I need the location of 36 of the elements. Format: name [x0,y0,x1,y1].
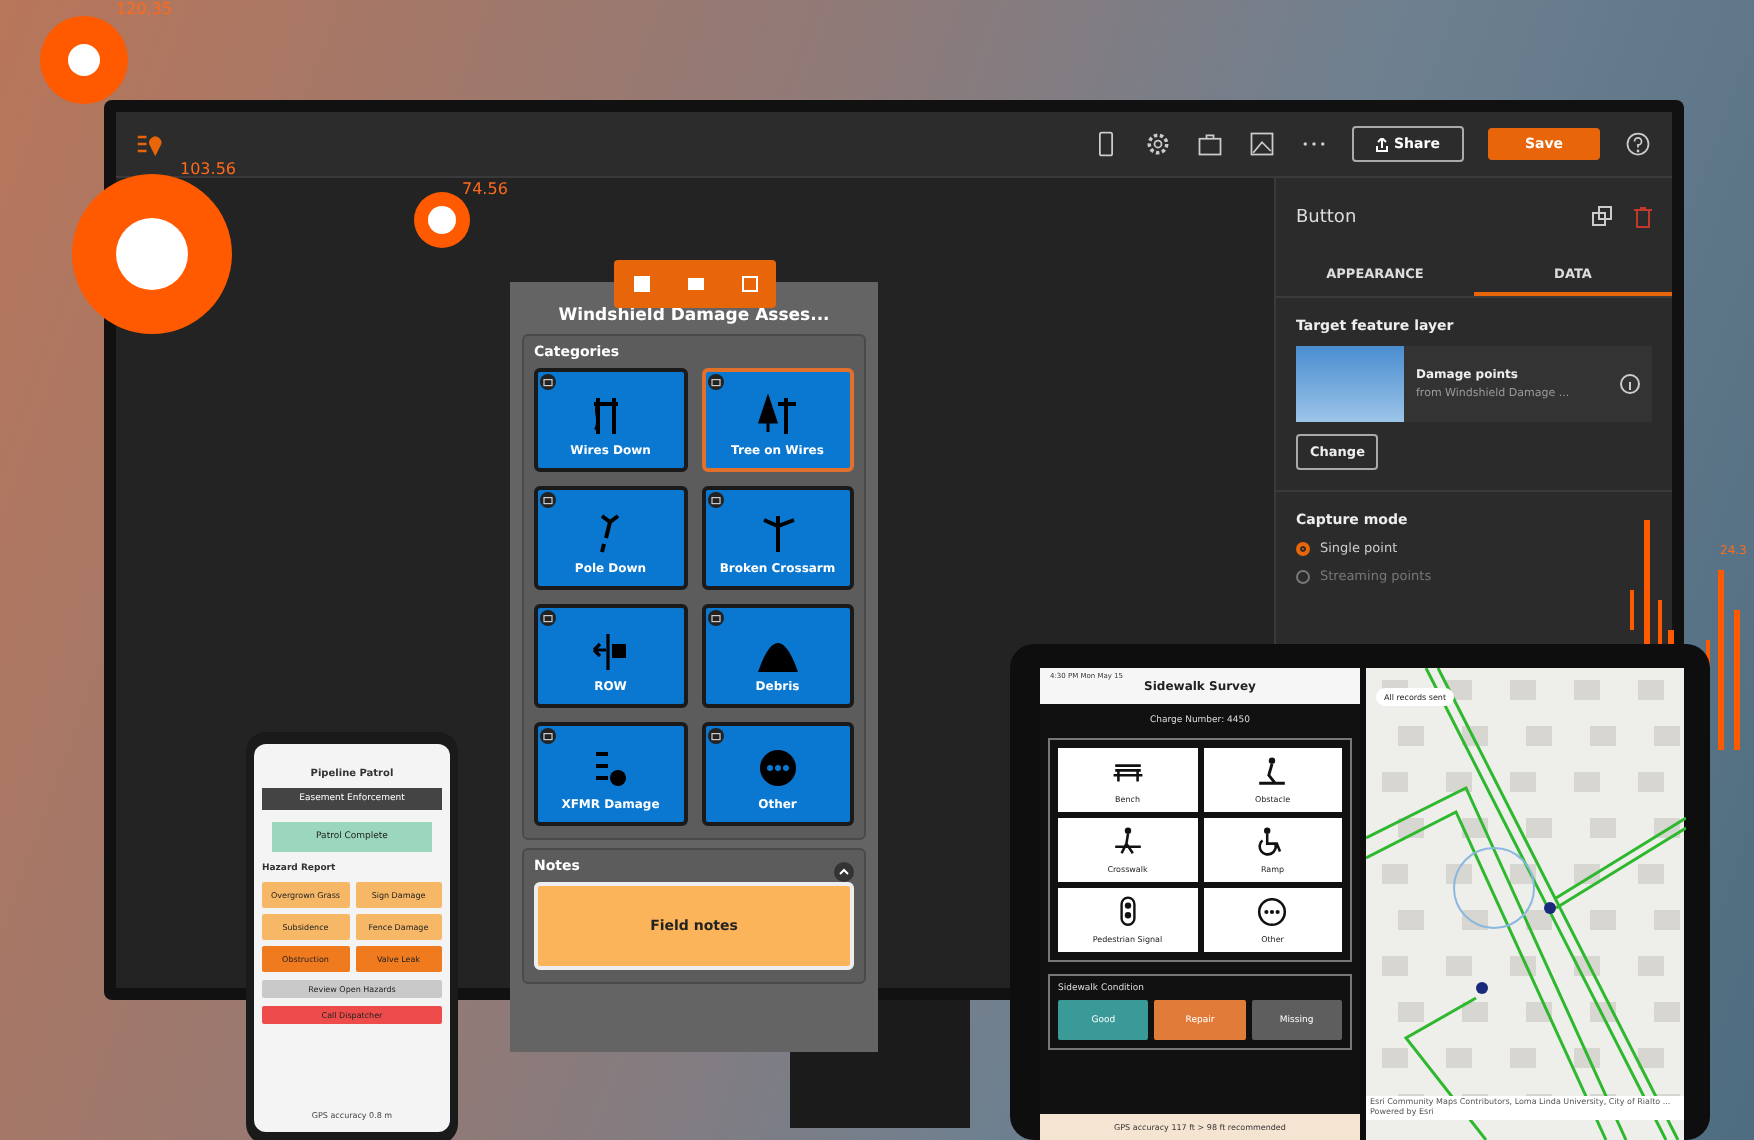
button-icon[interactable] [685,274,705,294]
form-title: Windshield Damage Asses... [556,306,832,326]
panel-title: Button [1296,207,1357,227]
briefcase-icon[interactable] [1196,130,1224,158]
frame-icon[interactable] [739,274,759,294]
app-logo-icon [136,130,164,158]
pedestrian-icon [1111,826,1144,858]
settings-icon[interactable] [1144,130,1172,158]
square-icon[interactable] [631,274,651,294]
crossarm-icon [757,512,798,554]
help-icon[interactable] [1624,130,1652,158]
upload-icon [1376,137,1389,151]
camera-icon[interactable] [540,374,556,390]
photo-placeholder [1296,346,1404,422]
camera-icon[interactable] [707,728,723,744]
transformer-icon [590,748,631,790]
collapse-icon[interactable] [834,862,854,882]
camera-icon[interactable] [540,728,556,744]
marker-label: 74.56 [462,180,508,198]
map-marker-icon [40,16,128,104]
camera-icon[interactable] [540,492,556,508]
more-icon [1256,896,1289,928]
person-icon [1256,756,1289,788]
camera-icon[interactable] [707,610,723,626]
more-icon [757,748,798,790]
trash-icon[interactable] [1634,206,1652,228]
duplicate-icon[interactable] [1592,206,1614,228]
tree-pole-icon [757,394,798,436]
camera-icon[interactable] [707,374,723,390]
camera-icon[interactable] [540,610,556,626]
arrow-icon [590,630,631,672]
image-icon[interactable] [1248,130,1276,158]
info-icon[interactable] [1620,374,1640,394]
marker-label: 120.35 [116,0,172,18]
marker-label: 103.56 [180,160,236,178]
camera-icon[interactable] [707,492,723,508]
